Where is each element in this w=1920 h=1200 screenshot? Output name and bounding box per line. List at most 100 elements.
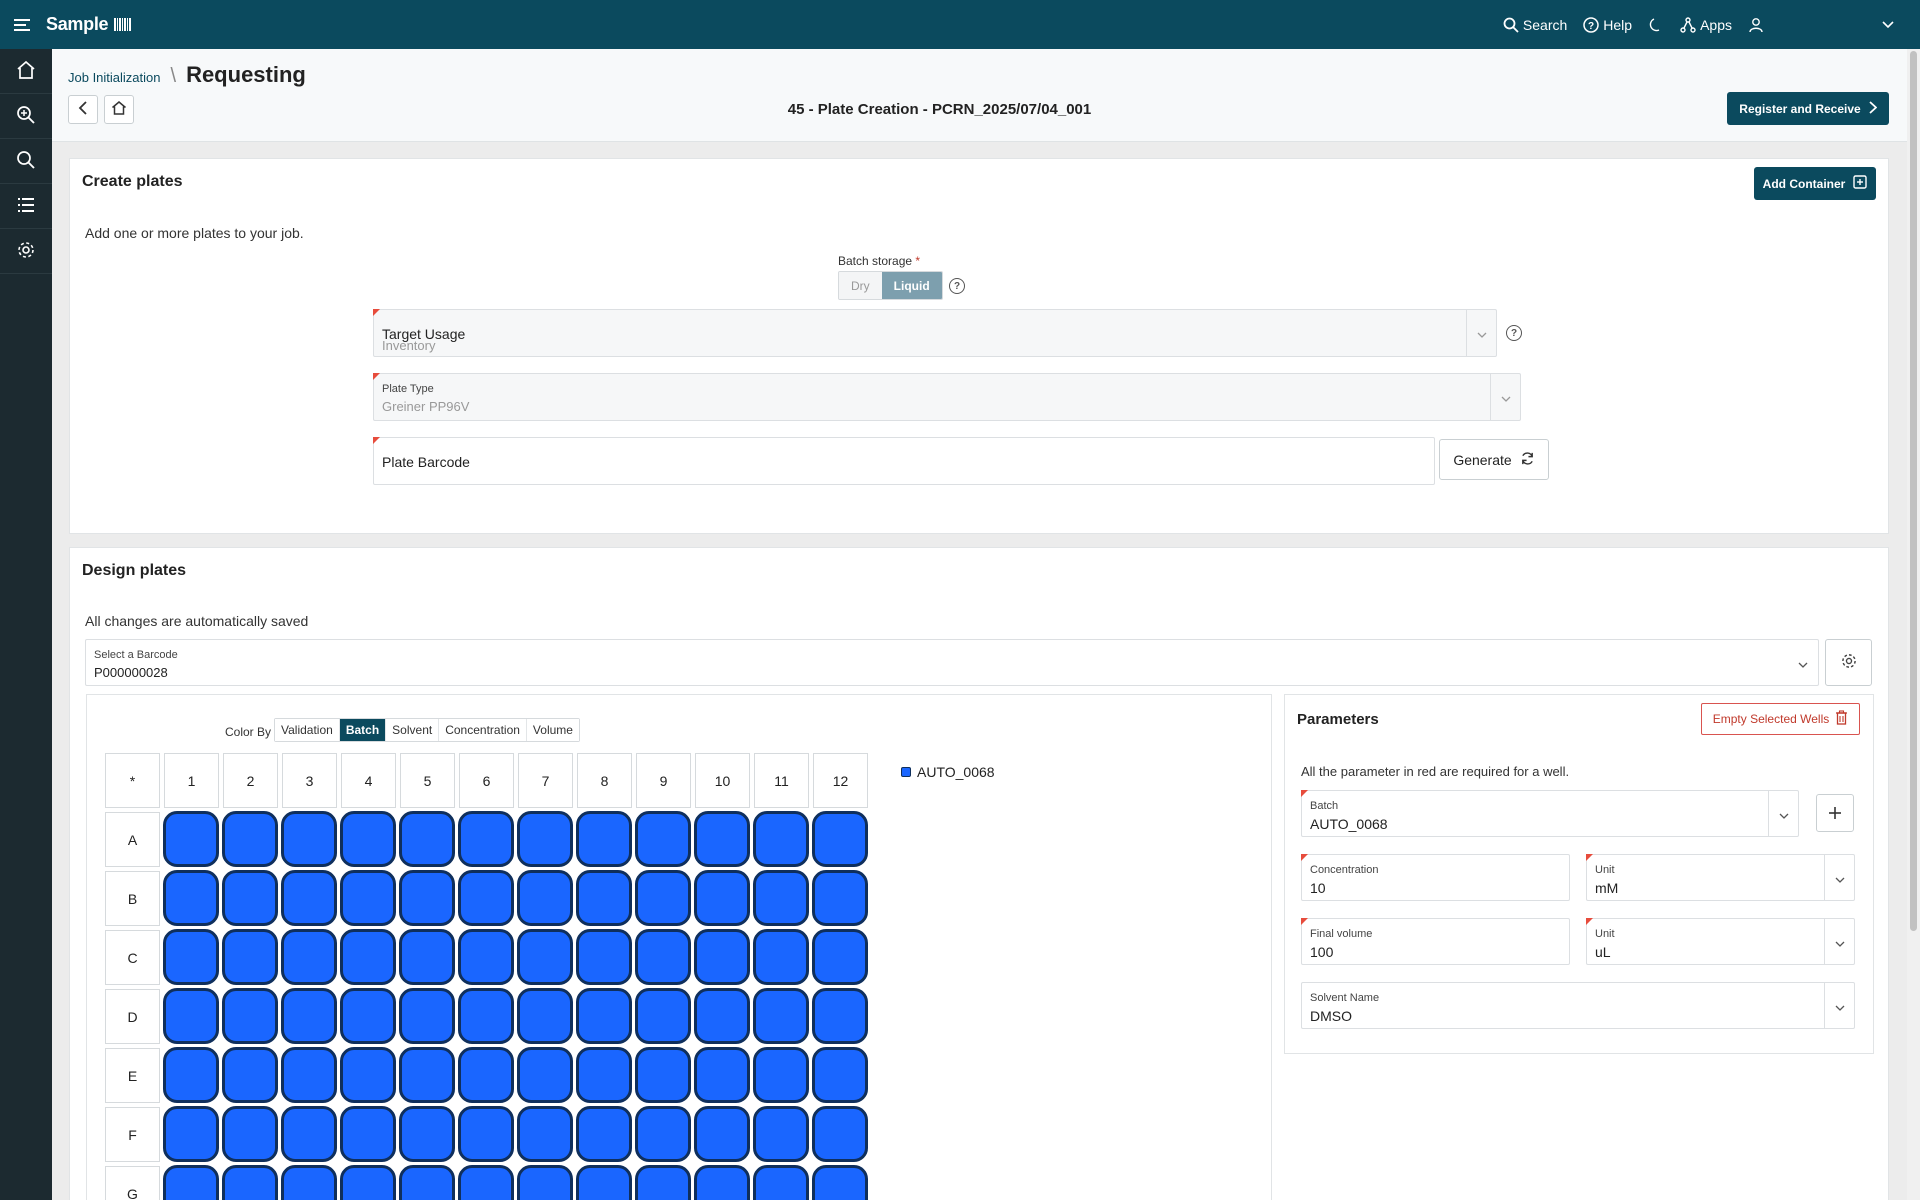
plate-well[interactable] — [635, 870, 691, 926]
plate-well[interactable] — [635, 1106, 691, 1162]
plate-well[interactable] — [635, 988, 691, 1044]
plate-column-header[interactable]: 12 — [813, 753, 868, 808]
plate-well[interactable] — [694, 1165, 750, 1200]
plate-well[interactable] — [576, 870, 632, 926]
sidebar-item-zoom[interactable] — [0, 94, 52, 139]
plate-row-header[interactable]: B — [105, 871, 160, 926]
concentration-input[interactable]: Concentration 10 — [1301, 854, 1570, 901]
generate-button[interactable]: Generate — [1439, 439, 1549, 480]
plate-row-header[interactable]: D — [105, 989, 160, 1044]
plate-well[interactable] — [458, 870, 514, 926]
plate-well[interactable] — [517, 1165, 573, 1200]
plate-column-header[interactable]: 10 — [695, 753, 750, 808]
user-menu-dropdown[interactable] — [1882, 20, 1894, 29]
plate-well[interactable] — [576, 988, 632, 1044]
plate-column-header[interactable]: 9 — [636, 753, 691, 808]
plate-well[interactable] — [222, 988, 278, 1044]
plate-barcode-input[interactable]: Plate Barcode — [373, 437, 1435, 485]
plate-well[interactable] — [163, 929, 219, 985]
plate-well[interactable] — [163, 870, 219, 926]
plate-column-header[interactable]: 8 — [577, 753, 632, 808]
plate-column-header[interactable]: 7 — [518, 753, 573, 808]
color-by-validation[interactable]: Validation — [275, 719, 340, 741]
plate-well[interactable] — [694, 929, 750, 985]
batch-dropdown[interactable] — [1768, 791, 1798, 836]
plate-well[interactable] — [753, 988, 809, 1044]
breadcrumb-link-job-initialization[interactable]: Job Initialization — [68, 70, 161, 85]
plate-well[interactable] — [163, 1165, 219, 1200]
plate-well[interactable] — [222, 870, 278, 926]
plate-well[interactable] — [517, 1047, 573, 1103]
plate-well[interactable] — [694, 870, 750, 926]
empty-selected-wells-button[interactable]: Empty Selected Wells — [1701, 703, 1860, 735]
plate-well[interactable] — [576, 1106, 632, 1162]
plate-well[interactable] — [517, 929, 573, 985]
apps-link[interactable]: Apps — [1680, 17, 1732, 33]
storage-option-liquid[interactable]: Liquid — [881, 272, 942, 299]
plate-column-header[interactable]: 3 — [282, 753, 337, 808]
plate-well[interactable] — [694, 988, 750, 1044]
plate-well[interactable] — [399, 929, 455, 985]
help-link[interactable]: ? Help — [1583, 17, 1632, 33]
plate-well[interactable] — [281, 988, 337, 1044]
plate-well[interactable] — [458, 1165, 514, 1200]
plate-well[interactable] — [340, 811, 396, 867]
plate-well[interactable] — [812, 1106, 868, 1162]
sidebar-item-search[interactable] — [0, 139, 52, 184]
dark-mode-toggle[interactable] — [1648, 17, 1664, 33]
scrollbar-thumb[interactable] — [1910, 51, 1917, 931]
plate-well[interactable] — [576, 1047, 632, 1103]
plate-well[interactable] — [340, 1106, 396, 1162]
add-batch-button[interactable] — [1816, 794, 1854, 832]
plate-column-header[interactable]: 4 — [341, 753, 396, 808]
plate-well[interactable] — [458, 1047, 514, 1103]
color-by-batch[interactable]: Batch — [339, 719, 387, 741]
plate-well[interactable] — [222, 929, 278, 985]
solvent-name-select[interactable]: Solvent Name DMSO — [1301, 982, 1855, 1029]
plate-well[interactable] — [399, 1047, 455, 1103]
plate-well[interactable] — [222, 1047, 278, 1103]
plate-type-dropdown[interactable] — [1490, 374, 1520, 420]
plate-well[interactable] — [399, 870, 455, 926]
plate-well[interactable] — [812, 988, 868, 1044]
plate-well[interactable] — [694, 811, 750, 867]
volume-unit-dropdown[interactable] — [1824, 919, 1854, 964]
plate-well[interactable] — [399, 811, 455, 867]
plate-well[interactable] — [812, 811, 868, 867]
concentration-unit-select[interactable]: Unit mM — [1586, 854, 1855, 901]
plate-row-header[interactable]: C — [105, 930, 160, 985]
plate-well[interactable] — [281, 870, 337, 926]
plate-well[interactable] — [340, 988, 396, 1044]
plate-well[interactable] — [281, 929, 337, 985]
plate-well[interactable] — [222, 811, 278, 867]
plate-well[interactable] — [458, 929, 514, 985]
plate-column-header[interactable]: 11 — [754, 753, 809, 808]
final-volume-input[interactable]: Final volume 100 — [1301, 918, 1570, 965]
sidebar-item-settings[interactable] — [0, 229, 52, 274]
plate-well[interactable] — [222, 1106, 278, 1162]
plate-well[interactable] — [576, 811, 632, 867]
batch-select[interactable]: Batch AUTO_0068 — [1301, 790, 1799, 837]
plate-well[interactable] — [163, 988, 219, 1044]
color-by-solvent[interactable]: Solvent — [386, 719, 440, 741]
plate-well[interactable] — [812, 1047, 868, 1103]
plate-well[interactable] — [340, 929, 396, 985]
plate-well[interactable] — [340, 870, 396, 926]
plate-well[interactable] — [753, 1106, 809, 1162]
plate-well[interactable] — [163, 811, 219, 867]
plate-well[interactable] — [694, 1047, 750, 1103]
plate-well[interactable] — [163, 1106, 219, 1162]
app-logo[interactable]: Sample — [46, 14, 132, 35]
target-usage-help-icon[interactable]: ? — [1506, 325, 1522, 341]
plate-well[interactable] — [517, 870, 573, 926]
plate-column-header[interactable]: 5 — [400, 753, 455, 808]
plate-row-header[interactable]: F — [105, 1107, 160, 1162]
plate-row-header[interactable]: A — [105, 812, 160, 867]
plate-well[interactable] — [458, 1106, 514, 1162]
plate-row-header[interactable]: E — [105, 1048, 160, 1103]
solvent-name-dropdown[interactable] — [1824, 983, 1854, 1028]
plate-settings-button[interactable] — [1825, 639, 1872, 686]
plate-well[interactable] — [812, 1165, 868, 1200]
user-menu[interactable] — [1748, 17, 1764, 33]
plate-corner-header[interactable]: * — [105, 753, 160, 808]
